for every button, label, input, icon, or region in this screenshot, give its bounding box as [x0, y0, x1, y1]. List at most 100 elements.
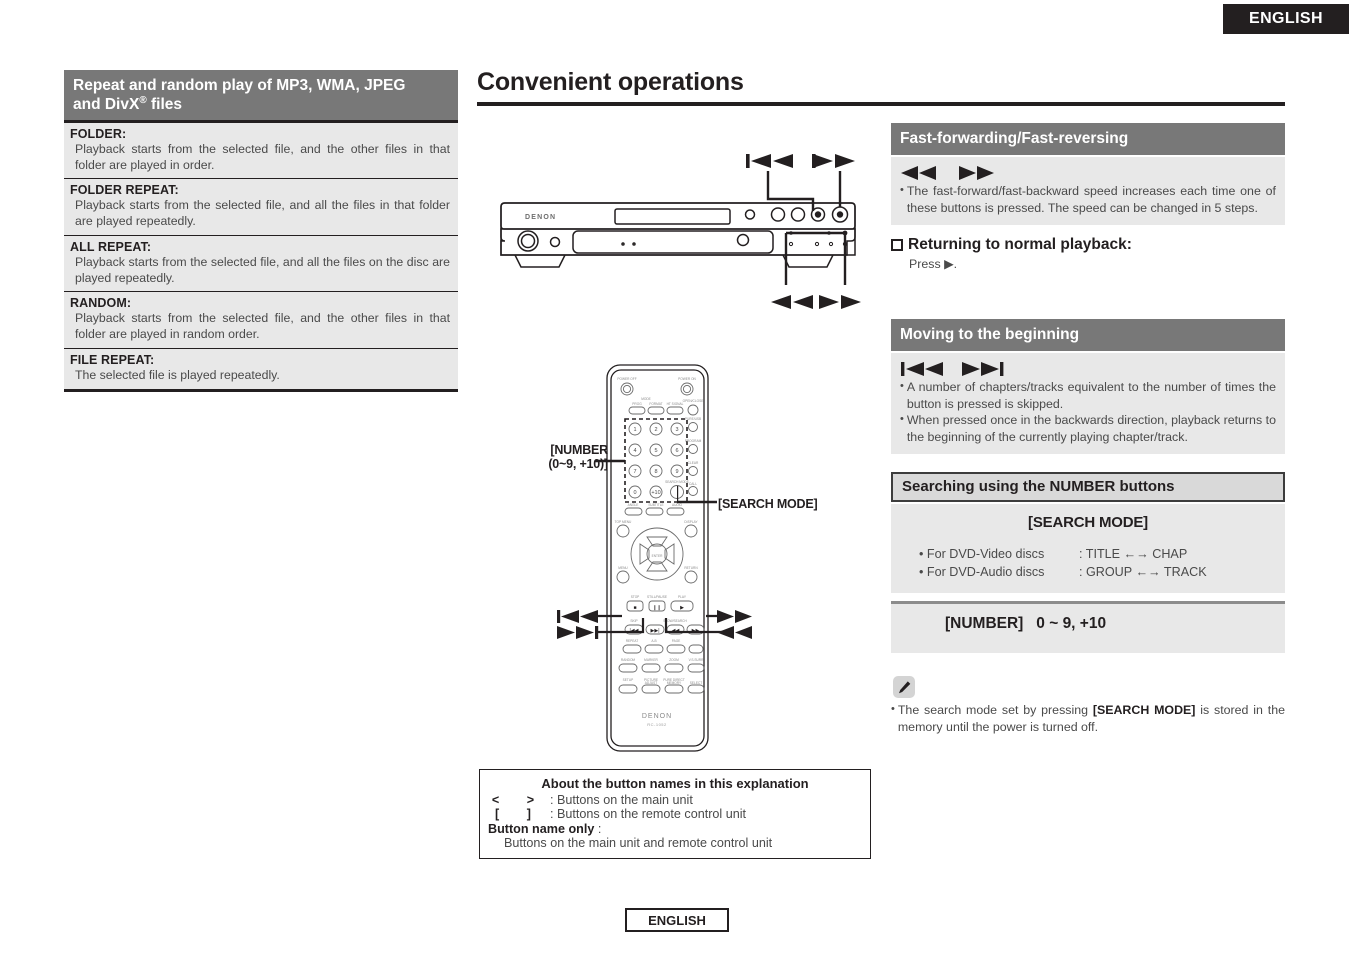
definition-term: FILE REPEAT: — [70, 352, 155, 367]
svg-text:+10: +10 — [651, 490, 660, 496]
svg-text:SETUP: SETUP — [623, 678, 634, 682]
svg-text:ZOOM: ZOOM — [669, 658, 679, 662]
memo-note-row: • The search mode set by pressing [SEARC… — [891, 702, 1285, 735]
main-unit-skip-prev-label — [745, 152, 795, 170]
skip-next-icon — [557, 626, 599, 639]
fast-rewind-icon — [771, 295, 813, 309]
svg-text:RANDOM: RANDOM — [621, 658, 636, 662]
about-box-row: < > : Buttons on the main unit — [488, 793, 862, 807]
section-heading-fast-forwarding: Fast-forwarding/Fast-reversing — [891, 123, 1285, 156]
about-box-row: Button name only : — [488, 822, 862, 836]
moving-to-beginning-note: • When pressed once in the backwards dir… — [900, 412, 1276, 445]
main-unit-diagram: DENON — [495, 145, 860, 315]
svg-text:PURE/USB: PURE/USB — [685, 417, 701, 421]
fast-forwarding-note-block: • The fast-forward/fast-backward speed i… — [891, 157, 1285, 225]
page-title: Convenient operations — [477, 68, 744, 96]
main-unit-bracket-symbol: < > — [491, 793, 547, 807]
skip-previous-icon — [557, 610, 598, 623]
main-unit-bracket-text: : Buttons on the main unit — [550, 793, 693, 807]
table-row: • For DVD-Video discs : TITLE ←→ CHAP — [901, 547, 1275, 561]
fast-rewind-fast-forward-icons — [901, 166, 994, 180]
svg-text:V.S.SURR: V.S.SURR — [689, 658, 704, 662]
search-mode-callout-label: [SEARCH MODE] — [718, 497, 818, 511]
number-button-range: 0 ~ 9, +10 — [1036, 615, 1107, 632]
definition-term: RANDOM: — [70, 296, 132, 311]
about-box-row: Buttons on the main unit and remote cont… — [488, 836, 862, 850]
svg-text:MARKER: MARKER — [644, 658, 658, 662]
svg-text:SELECT: SELECT — [690, 681, 702, 685]
fast-forwarding-arrow-row — [900, 165, 1276, 181]
memo-text-bold: [SEARCH MODE] — [1092, 703, 1196, 717]
moving-to-beginning-note-text: When pressed once in the backwards direc… — [906, 413, 1276, 444]
svg-text:3: 3 — [675, 427, 678, 433]
returning-normal-playback-label: Returning to normal playback: — [908, 236, 1132, 253]
table-row: • For DVD-Audio discs : GROUP ←→ TRACK — [901, 565, 1275, 579]
svg-text:ANGLE: ANGLE — [628, 503, 639, 507]
svg-text:FORMAT: FORMAT — [649, 402, 662, 406]
svg-text:CLEAR: CLEAR — [688, 461, 699, 465]
left-section-heading-line2b: files — [146, 96, 183, 114]
left-section-heading-line2a: and DivX — [73, 96, 140, 114]
skip-next-icon — [812, 154, 855, 168]
left-section-heading: Repeat and random play of MP3, WMA, JPEG… — [64, 70, 458, 122]
svg-text:MEMORY: MEMORY — [667, 681, 682, 685]
moving-to-beginning-arrow-row — [900, 361, 1276, 377]
definition-description: The selected file is played repeatedly. — [75, 367, 280, 382]
fast-forwarding-note: • The fast-forward/fast-backward speed i… — [900, 183, 1276, 216]
svg-text:2: 2 — [654, 427, 657, 433]
about-button-names-box: About the button names in this explanati… — [479, 769, 871, 859]
section-heading-moving-to-beginning: Moving to the beginning — [891, 319, 1285, 352]
button-name-only-label: Button name only — [488, 822, 595, 836]
list-item: RANDOM: Playback starts from the selecte… — [64, 292, 458, 349]
svg-text:HT SIGNAL: HT SIGNAL — [667, 402, 684, 406]
definition-description: Playback starts from the selected file, … — [75, 254, 450, 285]
svg-text:MENU: MENU — [618, 566, 628, 570]
moving-to-beginning-note-text: A number of chapters/tracks equivalent t… — [906, 380, 1276, 411]
dvd-audio-label: • For DVD-Audio discs — [919, 565, 1045, 579]
svg-text:DENON: DENON — [525, 214, 556, 221]
definition-description: Playback starts from the selected file, … — [75, 142, 450, 172]
title-divider — [477, 102, 1285, 106]
svg-text:ENTER: ENTER — [652, 554, 664, 558]
definition-term: FOLDER REPEAT: — [70, 183, 179, 198]
language-tab: ENGLISH — [1223, 4, 1349, 34]
svg-text:9: 9 — [675, 469, 678, 475]
bullet-icon: • — [900, 184, 904, 196]
memo-note: • The search mode set by pressing [SEARC… — [891, 702, 1285, 735]
remote-bracket-text: : Buttons on the remote control unit — [550, 807, 747, 821]
search-mode-callout-leader — [677, 484, 719, 508]
returning-normal-playback-text: Press ▶. — [909, 257, 958, 271]
bullet-icon: • — [900, 380, 904, 392]
svg-text:POWER ON: POWER ON — [678, 377, 696, 381]
remote-bracket-symbol: [ ] — [495, 807, 543, 821]
list-item: FOLDER: Playback starts from the selecte… — [64, 123, 458, 180]
returning-normal-playback-heading: Returning to normal playback: — [891, 236, 1132, 254]
definition-term: ALL REPEAT: — [70, 239, 152, 254]
number-button-line: [NUMBER] 0 ~ 9, +10 — [901, 615, 1275, 633]
section-heading-searching-number: Searching using the NUMBER buttons — [891, 472, 1285, 502]
definition-term: FOLDER: — [70, 127, 127, 141]
svg-text:ADJUST: ADJUST — [645, 681, 657, 685]
dvd-video-label: • For DVD-Video discs — [919, 547, 1045, 561]
svg-text:MODE: MODE — [641, 397, 651, 401]
moving-to-beginning-note: • A number of chapters/tracks equivalent… — [900, 379, 1276, 412]
list-item: FILE REPEAT: The selected file is played… — [64, 349, 458, 389]
svg-text:RETURN: RETURN — [684, 566, 698, 570]
about-box-row: [ ] : Buttons on the remote control unit — [488, 807, 862, 821]
memo-text-a: The search mode set by pressing — [897, 703, 1093, 717]
svg-text:DENON: DENON — [642, 713, 672, 720]
search-mode-callout: [SEARCH MODE] — [718, 497, 818, 511]
list-item: ALL REPEAT: Playback starts from the sel… — [64, 236, 458, 293]
svg-text:PROG: PROG — [632, 402, 642, 406]
button-name-only-desc: Buttons on the main unit and remote cont… — [504, 836, 773, 850]
svg-text:SUBTITLE: SUBTITLE — [648, 503, 663, 507]
remote-skip-next-label — [556, 625, 600, 641]
number-button-bold: [NUMBER] — [945, 615, 1024, 632]
svg-text:4: 4 — [633, 448, 636, 454]
moving-to-beginning-note-block: • A number of chapters/tracks equivalent… — [891, 353, 1285, 454]
main-unit-fast-fwd-label — [818, 293, 862, 311]
svg-text:7: 7 — [633, 469, 636, 475]
svg-text:PROGRAM: PROGRAM — [685, 439, 702, 443]
definition-description: Playback starts from the selected file, … — [75, 311, 450, 342]
svg-text:8: 8 — [654, 469, 657, 475]
